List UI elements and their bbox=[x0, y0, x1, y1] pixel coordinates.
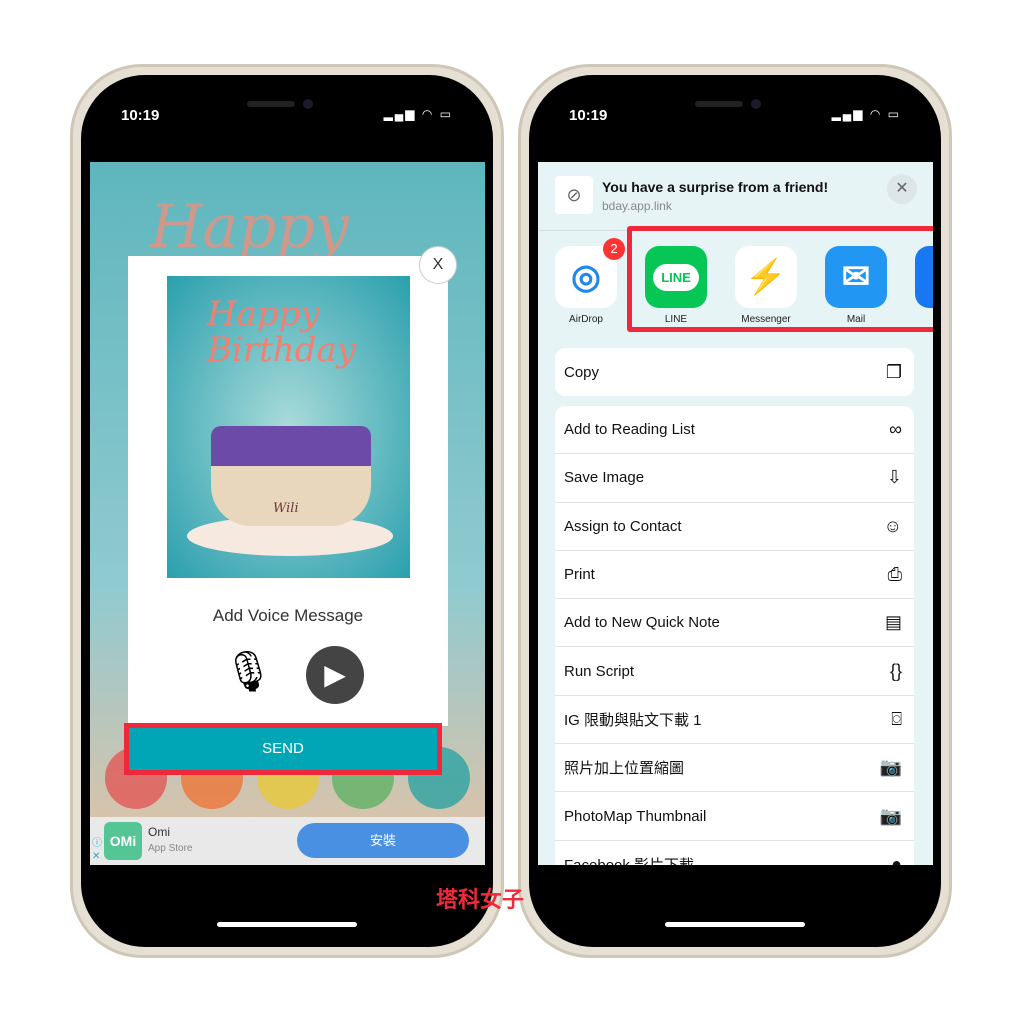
action-item[interactable]: Print ⎙ bbox=[555, 551, 914, 600]
ad-name: Omi bbox=[148, 825, 170, 839]
action-item[interactable]: Run Script {} bbox=[555, 647, 914, 696]
action-label: 照片加上位置縮圖 bbox=[564, 760, 685, 778]
birthday-card-image: Happy Birthday Wili bbox=[167, 276, 410, 578]
action-icon: ● bbox=[891, 853, 902, 865]
action-item[interactable]: Facebook 影片下載 ● bbox=[555, 841, 914, 865]
status-icons: ▂▄▆ ◠ ▭ bbox=[831, 107, 901, 121]
action-label: PhotoMap Thumbnail bbox=[564, 807, 707, 825]
action-icon: 📷 bbox=[879, 805, 902, 826]
voice-label: Add Voice Message bbox=[212, 606, 364, 625]
camera bbox=[303, 99, 313, 109]
birthday-app-screen: Happy Happy Birthday Wili Add Voice Mess… bbox=[90, 162, 485, 865]
action-icon: ▤ bbox=[884, 612, 902, 633]
share-link: bday.app.link bbox=[602, 199, 672, 213]
play-icon[interactable]: ▶ bbox=[306, 646, 364, 704]
action-item[interactable]: Add to New Quick Note ▤ bbox=[555, 599, 914, 648]
card-name: Wili bbox=[273, 501, 299, 516]
compass-icon: ⊘ bbox=[555, 176, 593, 214]
action-item[interactable]: Assign to Contact ☺ bbox=[555, 503, 914, 551]
action-item[interactable]: PhotoMap Thumbnail 📷 bbox=[555, 792, 914, 841]
close-button[interactable]: ✕ bbox=[887, 174, 917, 204]
action-label: Save Image bbox=[564, 469, 645, 487]
action-icon: ⎙ bbox=[887, 564, 902, 585]
home-indicator bbox=[665, 922, 805, 927]
camera bbox=[751, 99, 761, 109]
watermark: 塔科女子 bbox=[436, 887, 525, 912]
action-label: Assign to Contact bbox=[564, 517, 682, 535]
right-phone: 10:19 ▂▄▆ ◠ ▭ ⊘ You have a surprise from… bbox=[518, 64, 952, 958]
action-icon: ∞ bbox=[889, 419, 902, 440]
status-time: 10:19 bbox=[569, 107, 608, 124]
ad-source: App Store bbox=[148, 843, 193, 854]
info-icon[interactable]: ⓘ bbox=[92, 838, 102, 849]
speaker bbox=[695, 101, 743, 107]
app-label: AirDrop bbox=[569, 314, 603, 325]
highlight-box bbox=[627, 226, 933, 332]
action-item[interactable]: 照片加上位置縮圖 📷 bbox=[555, 744, 914, 793]
action-copy[interactable]: Copy ❐ bbox=[555, 348, 914, 396]
ad-banner: ⓘ ✕ OMi Omi App Store 安裝 bbox=[90, 817, 485, 865]
microphone-icon[interactable]: 🎙 bbox=[223, 648, 274, 695]
close-button[interactable]: X bbox=[419, 246, 457, 284]
copy-group: Copy ❐ bbox=[555, 348, 914, 397]
status-time: 10:19 bbox=[121, 107, 160, 124]
send-button[interactable]: SEND bbox=[124, 723, 442, 775]
action-icon: ☺ bbox=[883, 515, 902, 536]
card-title: Happy Birthday bbox=[207, 294, 356, 370]
share-header: ⊘ You have a surprise from a friend! bda… bbox=[538, 162, 933, 224]
action-icon: {} bbox=[889, 660, 902, 681]
action-label: Facebook 影片下載 bbox=[564, 854, 694, 865]
share-title: You have a surprise from a friend! bbox=[602, 179, 829, 195]
action-icon: 📷 bbox=[879, 757, 902, 778]
share-sheet: ⊘ You have a surprise from a friend! bda… bbox=[538, 162, 933, 865]
home-indicator bbox=[217, 922, 357, 927]
action-icon: ⇩ bbox=[886, 467, 902, 488]
voice-message-modal: Happy Birthday Wili Add Voice Message 🎙 … bbox=[128, 256, 448, 726]
app-icon-glyph: ◎ bbox=[571, 258, 601, 296]
omi-logo: OMi bbox=[104, 822, 142, 860]
action-item[interactable]: Add to Reading List ∞ bbox=[555, 406, 914, 455]
actions-group: Add to Reading List ∞ Save Image ⇩ Assign to… bbox=[555, 406, 914, 865]
action-label: Run Script bbox=[564, 662, 635, 680]
action-label: Copy bbox=[564, 363, 600, 381]
status-icons: ▂▄▆ ◠ ▭ bbox=[383, 107, 453, 121]
install-button[interactable]: 安裝 bbox=[297, 823, 469, 858]
ad-info-icon[interactable]: ⓘ ✕ bbox=[92, 837, 102, 863]
action-icon: ⌼ bbox=[891, 708, 902, 729]
background-title: Happy bbox=[150, 192, 349, 262]
action-label: Add to Reading List bbox=[564, 421, 695, 439]
action-label: Add to New Quick Note bbox=[564, 614, 720, 632]
speaker bbox=[247, 101, 295, 107]
action-item[interactable]: Save Image ⇩ bbox=[555, 454, 914, 503]
action-label: Print bbox=[564, 566, 595, 584]
action-label: IG 限動與貼文下載 1 bbox=[564, 711, 702, 729]
app-airdrop[interactable]: ◎ AirDrop 2 bbox=[555, 238, 625, 325]
notification-badge: 2 bbox=[603, 238, 625, 260]
action-item[interactable]: IG 限動與貼文下載 1 ⌼ bbox=[555, 696, 914, 745]
left-phone: 10:19 ▂▄▆ ◠ ▭ Happy Happy Birthday Wili … bbox=[70, 64, 504, 958]
close-icon[interactable]: ✕ bbox=[92, 851, 100, 862]
copy-icon: ❐ bbox=[885, 361, 902, 382]
